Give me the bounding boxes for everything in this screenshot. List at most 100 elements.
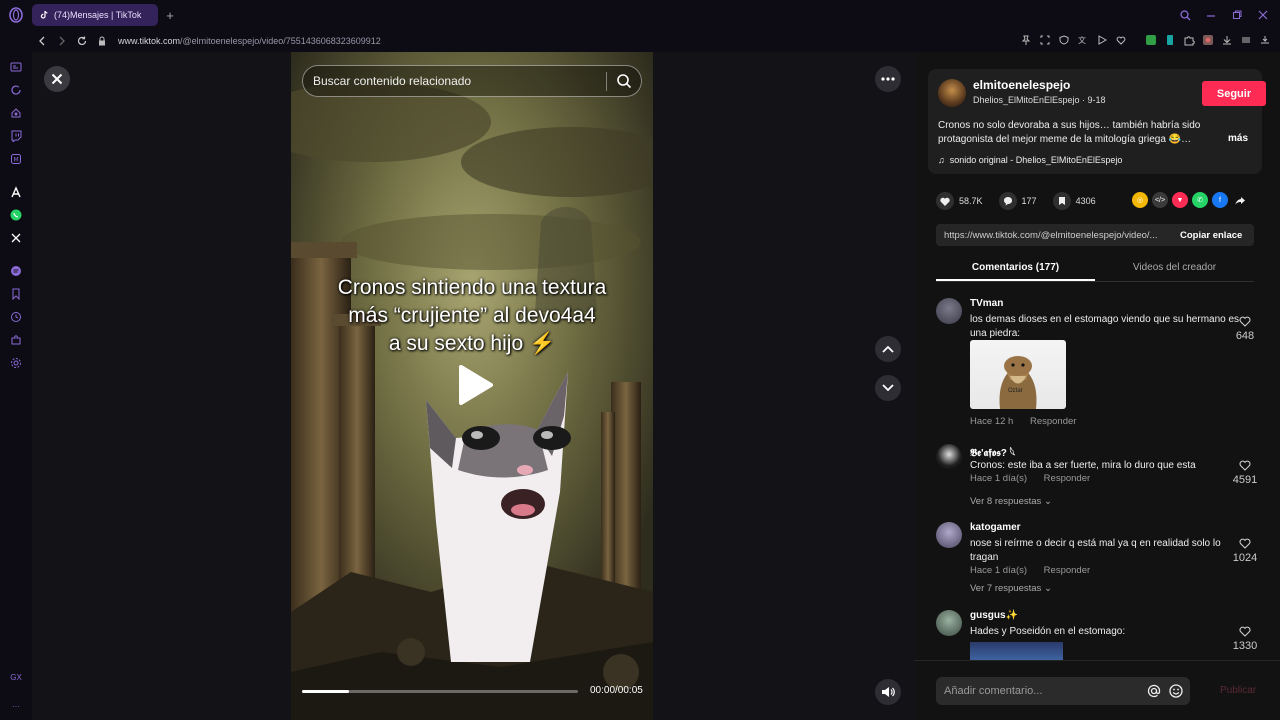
gx-label[interactable]: GX bbox=[8, 669, 24, 685]
share-coin-icon[interactable]: ◎ bbox=[1132, 192, 1148, 208]
heart-icon bbox=[936, 192, 954, 210]
reply-button[interactable]: Responder bbox=[1044, 565, 1090, 576]
instagram-like-icon[interactable]: M bbox=[8, 151, 24, 167]
new-tab-button[interactable]: + bbox=[162, 7, 178, 23]
comment-author[interactable]: TVman bbox=[970, 298, 1003, 309]
embed-code-icon[interactable]: </> bbox=[1152, 192, 1168, 208]
close-video-button[interactable] bbox=[44, 66, 70, 92]
wallet-icon[interactable] bbox=[1258, 33, 1272, 47]
url-text[interactable]: www.tiktok.com/@elmitoenelespejo/video/7… bbox=[118, 36, 381, 46]
sidebar-more-icon[interactable]: ··· bbox=[8, 698, 24, 714]
volume-button[interactable] bbox=[875, 679, 901, 705]
play-icon[interactable] bbox=[457, 364, 493, 411]
play-icon[interactable] bbox=[1095, 33, 1109, 47]
comment-image-thumbnail[interactable] bbox=[970, 642, 1063, 660]
reply-button[interactable]: Responder bbox=[1044, 473, 1090, 484]
music-player-icon[interactable] bbox=[8, 263, 24, 279]
view-replies-button[interactable]: Ver 7 respuestas ⌄ bbox=[970, 583, 1052, 594]
comment-author[interactable]: katogamer bbox=[970, 522, 1021, 533]
comment-bubble-icon bbox=[998, 192, 1017, 210]
shield-icon[interactable] bbox=[1057, 33, 1071, 47]
next-video-button[interactable] bbox=[875, 375, 901, 401]
twitch-icon[interactable] bbox=[8, 128, 24, 144]
publish-button[interactable]: Publicar bbox=[1220, 685, 1256, 696]
copy-link-button[interactable]: Copiar enlace bbox=[1180, 230, 1242, 241]
arc-icon[interactable] bbox=[8, 184, 24, 200]
settings-gear-icon[interactable] bbox=[8, 355, 24, 371]
sidebar-spacer-2 bbox=[8, 246, 24, 256]
gx-control-icon[interactable] bbox=[8, 59, 24, 75]
follow-button[interactable]: Seguir bbox=[1202, 81, 1266, 106]
svg-text:M: M bbox=[14, 157, 19, 164]
reply-button[interactable]: Responder bbox=[1030, 416, 1076, 427]
video-player[interactable]: Buscar contenido relacionado Cronos sint… bbox=[291, 52, 653, 720]
author-username[interactable]: elmitoenelespejo bbox=[973, 78, 1070, 92]
comment-avatar[interactable] bbox=[936, 522, 962, 548]
pin-icon[interactable] bbox=[1019, 33, 1033, 47]
comment-like[interactable]: 4591 bbox=[1228, 460, 1262, 486]
comment-avatar[interactable] bbox=[936, 444, 962, 470]
comment-avatar[interactable] bbox=[936, 610, 962, 636]
window-controls bbox=[1178, 8, 1270, 22]
snapshot-icon[interactable] bbox=[1038, 33, 1052, 47]
search-tabs-icon[interactable] bbox=[1178, 8, 1192, 22]
comment-like[interactable]: 1024 bbox=[1228, 538, 1262, 564]
related-search-bar[interactable]: Buscar contenido relacionado bbox=[302, 65, 642, 97]
previous-video-button[interactable] bbox=[875, 336, 901, 362]
bookmarks-icon[interactable] bbox=[8, 286, 24, 302]
download-icon[interactable] bbox=[1220, 33, 1234, 47]
whatsapp-icon[interactable] bbox=[8, 207, 24, 223]
translate-icon[interactable]: 文 bbox=[1076, 33, 1090, 47]
gx-corner-icon[interactable] bbox=[8, 105, 24, 121]
easy-setup-icon[interactable] bbox=[1239, 33, 1253, 47]
mention-icon[interactable] bbox=[1146, 683, 1162, 699]
comment-author[interactable]: 𝕭𝖊'𝖆𝖋𝖔𝖘? 𓆩 bbox=[970, 444, 1015, 460]
extensions-icon[interactable] bbox=[1201, 33, 1215, 47]
extensions-sidebar-icon[interactable] bbox=[8, 332, 24, 348]
video-progress-bar[interactable] bbox=[302, 690, 578, 693]
history-icon[interactable] bbox=[8, 309, 24, 325]
restore-icon[interactable] bbox=[1230, 8, 1244, 22]
emoji-icon[interactable] bbox=[1168, 683, 1184, 699]
sound-row[interactable]: ♫ sonido original - Dhelios_ElMitoEnElEs… bbox=[938, 155, 1122, 165]
reload-icon[interactable] bbox=[72, 31, 92, 51]
opera-gx-logo-icon[interactable] bbox=[0, 0, 32, 30]
close-window-icon[interactable] bbox=[1256, 8, 1270, 22]
author-avatar[interactable] bbox=[938, 79, 966, 107]
more-options-button[interactable] bbox=[875, 66, 901, 92]
comment-sticker-image[interactable]: Oztar bbox=[970, 340, 1066, 409]
tab-comments[interactable]: Comentarios (177) bbox=[936, 258, 1095, 281]
extension-teal-icon[interactable] bbox=[1163, 33, 1177, 47]
description-more-link[interactable]: más bbox=[1228, 133, 1248, 144]
like-stat[interactable]: 58.7K bbox=[936, 192, 983, 210]
share-forward-icon[interactable] bbox=[1232, 192, 1248, 208]
browser-tab-tiktok[interactable]: (74)Mensajes | TikTok bbox=[32, 4, 158, 26]
x-twitter-icon[interactable] bbox=[8, 230, 24, 246]
history-cleaner-icon[interactable] bbox=[8, 82, 24, 98]
comment-like[interactable]: 648 bbox=[1228, 316, 1262, 342]
search-icon[interactable] bbox=[616, 73, 632, 92]
comment-like[interactable]: 1330 bbox=[1228, 626, 1262, 652]
speaker-icon bbox=[882, 687, 895, 697]
comment-heart-icon bbox=[1228, 626, 1262, 640]
extension-green-icon[interactable] bbox=[1144, 33, 1158, 47]
comment-stat[interactable]: 177 bbox=[998, 192, 1037, 210]
toolbar-icons: 文 bbox=[1019, 33, 1272, 47]
heart-icon[interactable] bbox=[1114, 33, 1128, 47]
forward-icon[interactable] bbox=[52, 31, 72, 51]
whatsapp-share-icon[interactable]: ✆ bbox=[1192, 192, 1208, 208]
comment-author[interactable]: gusgus✨ bbox=[970, 610, 1018, 621]
minimize-icon[interactable] bbox=[1204, 8, 1218, 22]
author-card: elmitoenelespejo Dhelios_ElMitoEnElEspej… bbox=[928, 69, 1266, 174]
share-friends-icon[interactable]: ▼ bbox=[1172, 192, 1188, 208]
facebook-share-icon[interactable]: f bbox=[1212, 192, 1228, 208]
comment-avatar[interactable] bbox=[936, 298, 962, 324]
author-nickname-date[interactable]: Dhelios_ElMitoEnElEspejo · 9-18 bbox=[973, 95, 1106, 105]
add-comment-field[interactable]: Añadir comentario... bbox=[936, 677, 1190, 705]
view-replies-button[interactable]: Ver 8 respuestas ⌄ bbox=[970, 496, 1052, 507]
tab-creator-videos[interactable]: Videos del creador bbox=[1095, 258, 1254, 281]
comment-like-count: 1024 bbox=[1232, 552, 1258, 564]
save-stat[interactable]: 4306 bbox=[1052, 192, 1096, 210]
extension-puzzle-icon[interactable] bbox=[1182, 33, 1196, 47]
back-icon[interactable] bbox=[32, 31, 52, 51]
